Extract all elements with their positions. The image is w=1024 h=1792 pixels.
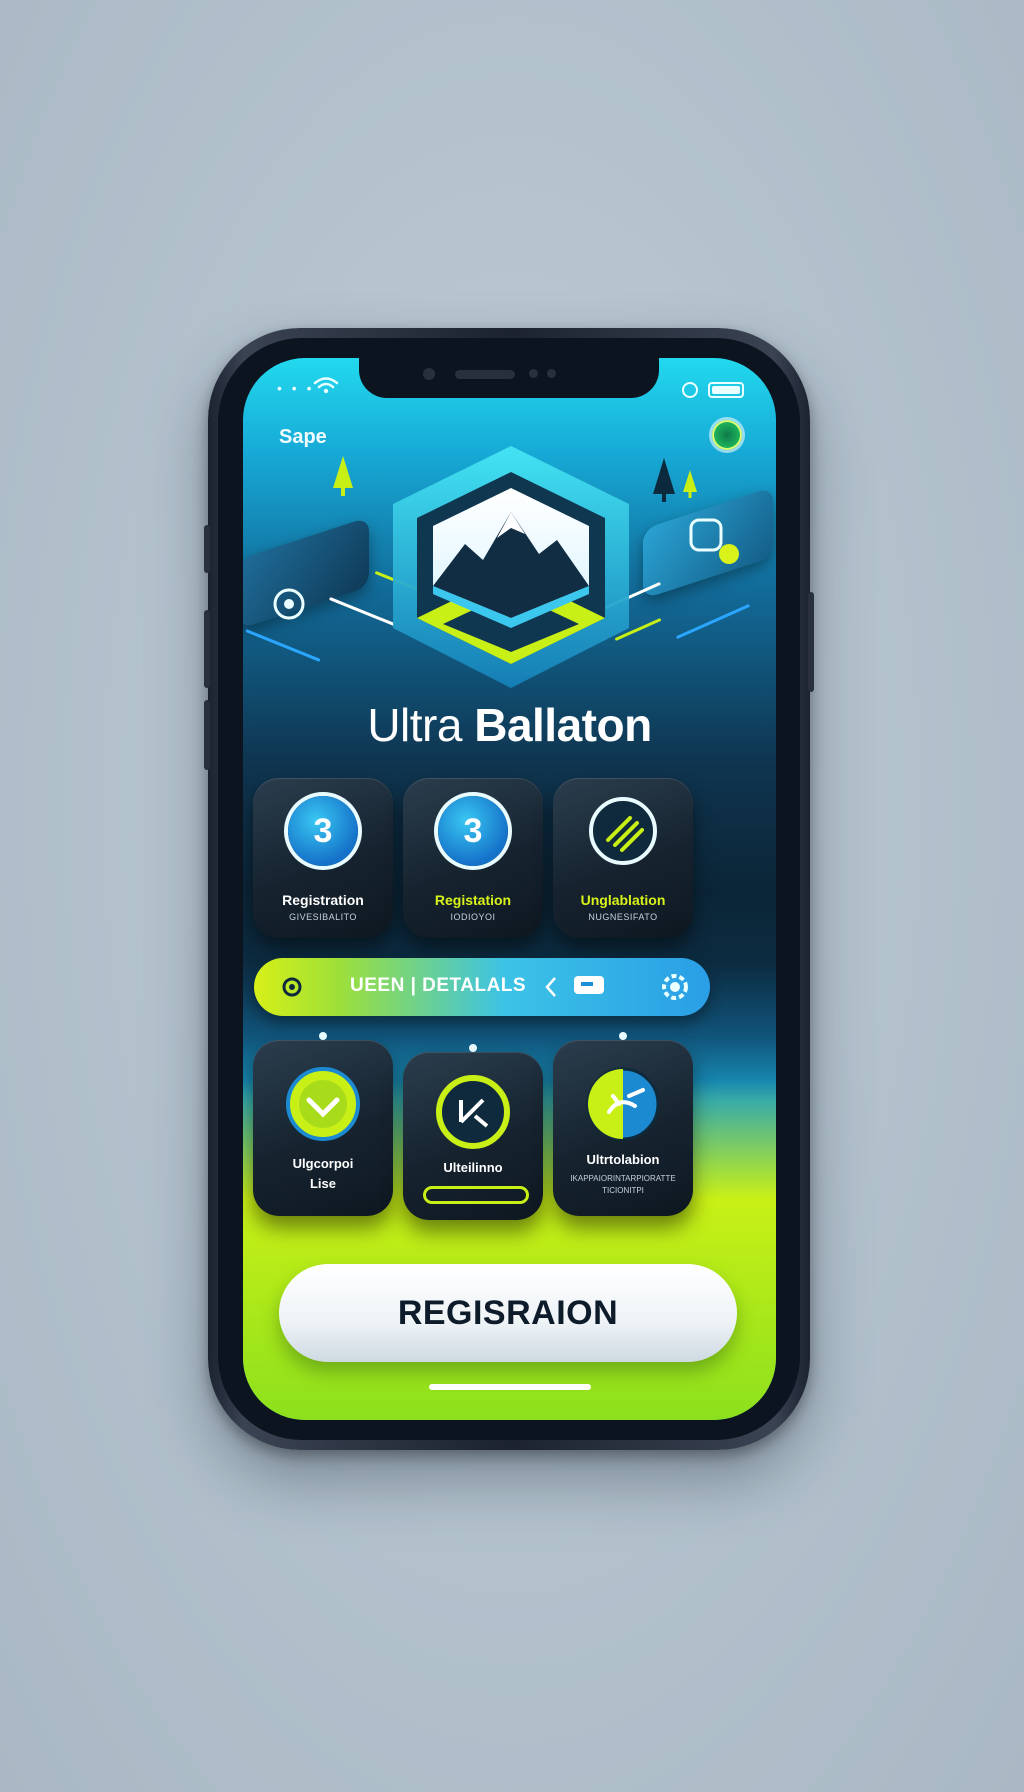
card-sublabel: GIVESIBALITO <box>289 912 357 922</box>
app-title-light: Ultra <box>367 699 475 751</box>
card-label: Ulteilinno <box>443 1160 503 1175</box>
wifi-icon <box>313 377 339 394</box>
power-button <box>808 592 814 692</box>
card-label: Registation <box>434 892 512 908</box>
details-text: UEEN | DETALALS <box>350 975 527 996</box>
upload-list-card[interactable]: Ulgcorpoi Lise <box>253 1032 393 1216</box>
signal-indicator: • • • <box>277 380 315 396</box>
profile-button[interactable] <box>712 420 742 450</box>
right-deco-icon <box>689 518 739 564</box>
card-sublabel: NUGNESIFATO <box>588 912 658 922</box>
card-label: Unglablation <box>580 892 666 908</box>
tree-icon <box>683 470 697 498</box>
mute-switch <box>204 525 210 573</box>
card-label: Registration <box>282 892 364 908</box>
registation-card[interactable]: 3 Registation IODIOYOI <box>403 778 543 938</box>
sensor-dot <box>547 369 556 378</box>
card-label-line2: Lise <box>309 1176 336 1191</box>
volume-up-button <box>204 610 210 688</box>
card-pin <box>619 1032 627 1040</box>
card-label: Ultrtolabion <box>586 1152 660 1167</box>
chevron-left-icon <box>545 977 556 997</box>
chat-icon[interactable] <box>572 974 608 1000</box>
camera-notch <box>359 358 659 398</box>
speed-line <box>675 603 751 640</box>
details-bar[interactable]: UEEN | DETALALS <box>254 958 710 1016</box>
mountain-logo-icon <box>393 446 629 688</box>
ultrtolabion-card[interactable]: Ultrtolabion IKAPPAIORINTARPIORATTE TICI… <box>553 1032 693 1216</box>
location-icon <box>682 382 698 398</box>
card-progress-bar <box>423 1186 529 1204</box>
volume-down-button <box>204 700 210 770</box>
unglablation-card[interactable]: Unglablation NUGNESIFATO <box>553 778 693 938</box>
card-sublabel: TICIONITPI <box>602 1186 644 1195</box>
app-screen: • • • Sape Ultra Ballaton 3 Registration… <box>243 358 776 1420</box>
brand-label[interactable]: Sape <box>279 426 327 449</box>
battery-icon <box>708 382 744 398</box>
registration-card[interactable]: 3 Registration GIVESIBALITO <box>253 778 393 938</box>
card-pin <box>319 1032 327 1040</box>
gear-icon[interactable] <box>658 970 692 1004</box>
left-deco-icon <box>273 588 305 620</box>
tree-icon <box>333 456 353 496</box>
tree-icon <box>653 458 675 502</box>
settings-icon <box>282 977 302 997</box>
registration-button[interactable]: REGISRAION <box>279 1264 737 1362</box>
background: • • • Sape Ultra Ballaton 3 Registration… <box>0 0 1024 1792</box>
slash-x-icon <box>436 1075 510 1149</box>
card-pin <box>469 1044 477 1052</box>
card-sublabel: IKAPPAIORINTARPIORATTE <box>570 1174 676 1183</box>
home-indicator[interactable] <box>429 1384 591 1390</box>
ulteilinno-card[interactable]: Ulteilinno <box>403 1044 543 1220</box>
earpiece <box>455 370 515 379</box>
app-title: Ultra Ballaton <box>243 698 776 752</box>
count-badge: 3 <box>288 796 358 866</box>
card-label: Ulgcorpoi <box>292 1156 354 1171</box>
runner-icon <box>586 1067 660 1141</box>
speed-line <box>245 629 321 662</box>
front-camera <box>423 368 435 380</box>
slash-icon <box>589 797 657 865</box>
card-sublabel: IODIOYOI <box>450 912 496 922</box>
app-title-bold: Ballaton <box>474 699 652 751</box>
sensor-dot <box>529 369 538 378</box>
count-badge: 3 <box>438 796 508 866</box>
check-down-icon <box>286 1067 360 1141</box>
